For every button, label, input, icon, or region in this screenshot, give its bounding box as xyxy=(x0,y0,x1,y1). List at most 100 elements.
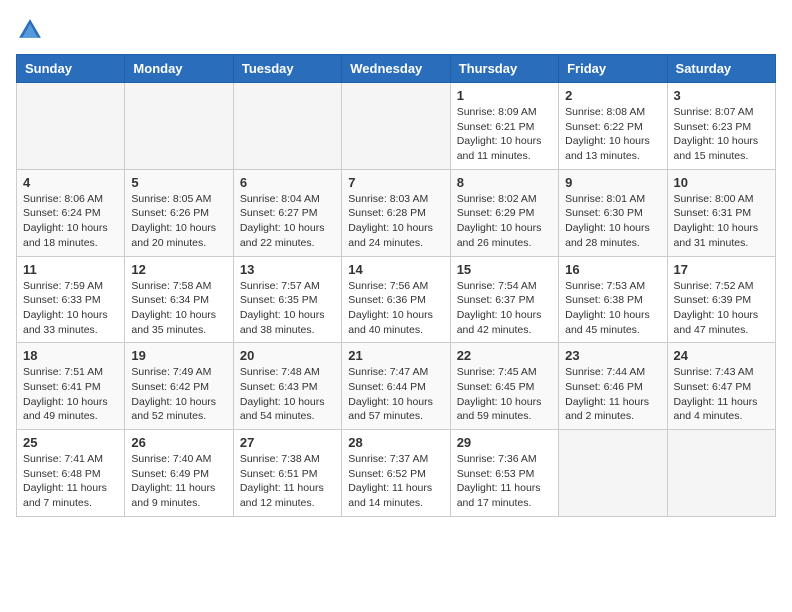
day-info: Sunrise: 7:45 AM Sunset: 6:45 PM Dayligh… xyxy=(457,366,542,422)
day-number: 18 xyxy=(23,348,118,363)
calendar-cell: 22 Sunrise: 7:45 AM Sunset: 6:45 PM Dayli… xyxy=(450,343,558,430)
day-info: Sunrise: 8:00 AM Sunset: 6:31 PM Dayligh… xyxy=(674,193,759,249)
calendar-cell: 15 Sunrise: 7:54 AM Sunset: 6:37 PM Dayli… xyxy=(450,256,558,343)
calendar-cell: 21 Sunrise: 7:47 AM Sunset: 6:44 PM Dayli… xyxy=(342,343,450,430)
day-number: 27 xyxy=(240,435,335,450)
calendar-cell: 4 Sunrise: 8:06 AM Sunset: 6:24 PM Daylig… xyxy=(17,169,125,256)
calendar-cell: 9 Sunrise: 8:01 AM Sunset: 6:30 PM Daylig… xyxy=(559,169,667,256)
day-number: 7 xyxy=(348,175,443,190)
day-info: Sunrise: 7:51 AM Sunset: 6:41 PM Dayligh… xyxy=(23,366,108,422)
page-header xyxy=(16,16,776,44)
calendar-week-5: 25 Sunrise: 7:41 AM Sunset: 6:48 PM Dayli… xyxy=(17,430,776,517)
column-header-monday: Monday xyxy=(125,55,233,83)
column-header-tuesday: Tuesday xyxy=(233,55,341,83)
calendar-cell xyxy=(667,430,775,517)
calendar-week-4: 18 Sunrise: 7:51 AM Sunset: 6:41 PM Dayli… xyxy=(17,343,776,430)
calendar-cell: 24 Sunrise: 7:43 AM Sunset: 6:47 PM Dayli… xyxy=(667,343,775,430)
calendar-cell: 1Sunrise: 8:09 AM Sunset: 6:21 PM Daylig… xyxy=(450,83,558,170)
calendar-cell: 6 Sunrise: 8:04 AM Sunset: 6:27 PM Daylig… xyxy=(233,169,341,256)
day-info: Sunrise: 8:05 AM Sunset: 6:26 PM Dayligh… xyxy=(131,193,216,249)
calendar-table: SundayMondayTuesdayWednesdayThursdayFrid… xyxy=(16,54,776,517)
day-number: 8 xyxy=(457,175,552,190)
day-number: 24 xyxy=(674,348,769,363)
calendar-cell: 13 Sunrise: 7:57 AM Sunset: 6:35 PM Dayli… xyxy=(233,256,341,343)
day-info: Sunrise: 7:58 AM Sunset: 6:34 PM Dayligh… xyxy=(131,280,216,336)
calendar-cell: 20 Sunrise: 7:48 AM Sunset: 6:43 PM Dayli… xyxy=(233,343,341,430)
calendar-cell xyxy=(233,83,341,170)
day-info: Sunrise: 8:07 AM Sunset: 6:23 PM Dayligh… xyxy=(674,106,759,162)
day-number: 25 xyxy=(23,435,118,450)
day-info: Sunrise: 7:53 AM Sunset: 6:38 PM Dayligh… xyxy=(565,280,650,336)
day-number: 22 xyxy=(457,348,552,363)
day-info: Sunrise: 8:06 AM Sunset: 6:24 PM Dayligh… xyxy=(23,193,108,249)
calendar-cell: 5 Sunrise: 8:05 AM Sunset: 6:26 PM Daylig… xyxy=(125,169,233,256)
calendar-cell: 29 Sunrise: 7:36 AM Sunset: 6:53 PM Dayli… xyxy=(450,430,558,517)
calendar-cell xyxy=(342,83,450,170)
day-number: 2 xyxy=(565,88,660,103)
calendar-cell: 10Sunrise: 8:00 AM Sunset: 6:31 PM Dayli… xyxy=(667,169,775,256)
calendar-week-3: 11Sunrise: 7:59 AM Sunset: 6:33 PM Dayli… xyxy=(17,256,776,343)
day-number: 19 xyxy=(131,348,226,363)
calendar-cell xyxy=(559,430,667,517)
calendar-week-2: 4 Sunrise: 8:06 AM Sunset: 6:24 PM Daylig… xyxy=(17,169,776,256)
day-number: 12 xyxy=(131,262,226,277)
day-info: Sunrise: 8:01 AM Sunset: 6:30 PM Dayligh… xyxy=(565,193,650,249)
calendar-cell: 18 Sunrise: 7:51 AM Sunset: 6:41 PM Dayli… xyxy=(17,343,125,430)
day-number: 23 xyxy=(565,348,660,363)
calendar-cell: 8 Sunrise: 8:02 AM Sunset: 6:29 PM Daylig… xyxy=(450,169,558,256)
day-info: Sunrise: 7:37 AM Sunset: 6:52 PM Dayligh… xyxy=(348,453,432,509)
day-info: Sunrise: 7:41 AM Sunset: 6:48 PM Dayligh… xyxy=(23,453,107,509)
day-info: Sunrise: 7:47 AM Sunset: 6:44 PM Dayligh… xyxy=(348,366,433,422)
calendar-cell: 7 Sunrise: 8:03 AM Sunset: 6:28 PM Daylig… xyxy=(342,169,450,256)
day-info: Sunrise: 8:03 AM Sunset: 6:28 PM Dayligh… xyxy=(348,193,433,249)
calendar-cell: 17Sunrise: 7:52 AM Sunset: 6:39 PM Dayli… xyxy=(667,256,775,343)
day-info: Sunrise: 7:40 AM Sunset: 6:49 PM Dayligh… xyxy=(131,453,215,509)
day-info: Sunrise: 7:59 AM Sunset: 6:33 PM Dayligh… xyxy=(23,280,108,336)
day-info: Sunrise: 7:38 AM Sunset: 6:51 PM Dayligh… xyxy=(240,453,324,509)
day-number: 4 xyxy=(23,175,118,190)
day-number: 28 xyxy=(348,435,443,450)
calendar-cell: 16 Sunrise: 7:53 AM Sunset: 6:38 PM Dayli… xyxy=(559,256,667,343)
day-info: Sunrise: 8:02 AM Sunset: 6:29 PM Dayligh… xyxy=(457,193,542,249)
logo xyxy=(16,16,48,44)
day-number: 16 xyxy=(565,262,660,277)
day-number: 3 xyxy=(674,88,769,103)
calendar-week-1: 1Sunrise: 8:09 AM Sunset: 6:21 PM Daylig… xyxy=(17,83,776,170)
calendar-cell: 27 Sunrise: 7:38 AM Sunset: 6:51 PM Dayli… xyxy=(233,430,341,517)
day-number: 21 xyxy=(348,348,443,363)
day-info: Sunrise: 7:49 AM Sunset: 6:42 PM Dayligh… xyxy=(131,366,216,422)
calendar-cell: 28 Sunrise: 7:37 AM Sunset: 6:52 PM Dayli… xyxy=(342,430,450,517)
day-info: Sunrise: 7:48 AM Sunset: 6:43 PM Dayligh… xyxy=(240,366,325,422)
day-info: Sunrise: 7:36 AM Sunset: 6:53 PM Dayligh… xyxy=(457,453,541,509)
logo-icon xyxy=(16,16,44,44)
calendar-cell: 19 Sunrise: 7:49 AM Sunset: 6:42 PM Dayli… xyxy=(125,343,233,430)
day-info: Sunrise: 7:57 AM Sunset: 6:35 PM Dayligh… xyxy=(240,280,325,336)
day-number: 6 xyxy=(240,175,335,190)
day-number: 5 xyxy=(131,175,226,190)
day-info: Sunrise: 7:44 AM Sunset: 6:46 PM Dayligh… xyxy=(565,366,649,422)
day-info: Sunrise: 7:43 AM Sunset: 6:47 PM Dayligh… xyxy=(674,366,758,422)
day-number: 13 xyxy=(240,262,335,277)
day-info: Sunrise: 8:09 AM Sunset: 6:21 PM Dayligh… xyxy=(457,106,542,162)
calendar-cell: 14 Sunrise: 7:56 AM Sunset: 6:36 PM Dayli… xyxy=(342,256,450,343)
day-number: 9 xyxy=(565,175,660,190)
column-header-saturday: Saturday xyxy=(667,55,775,83)
column-header-wednesday: Wednesday xyxy=(342,55,450,83)
day-number: 14 xyxy=(348,262,443,277)
day-info: Sunrise: 8:08 AM Sunset: 6:22 PM Dayligh… xyxy=(565,106,650,162)
calendar-cell: 2 Sunrise: 8:08 AM Sunset: 6:22 PM Daylig… xyxy=(559,83,667,170)
calendar-cell xyxy=(17,83,125,170)
day-info: Sunrise: 7:56 AM Sunset: 6:36 PM Dayligh… xyxy=(348,280,433,336)
column-header-sunday: Sunday xyxy=(17,55,125,83)
calendar-cell: 25 Sunrise: 7:41 AM Sunset: 6:48 PM Dayli… xyxy=(17,430,125,517)
day-info: Sunrise: 7:54 AM Sunset: 6:37 PM Dayligh… xyxy=(457,280,542,336)
day-number: 29 xyxy=(457,435,552,450)
day-number: 26 xyxy=(131,435,226,450)
calendar-header-row: SundayMondayTuesdayWednesdayThursdayFrid… xyxy=(17,55,776,83)
calendar-cell: 23 Sunrise: 7:44 AM Sunset: 6:46 PM Dayli… xyxy=(559,343,667,430)
day-info: Sunrise: 8:04 AM Sunset: 6:27 PM Dayligh… xyxy=(240,193,325,249)
calendar-cell: 12 Sunrise: 7:58 AM Sunset: 6:34 PM Dayli… xyxy=(125,256,233,343)
day-number: 15 xyxy=(457,262,552,277)
calendar-cell: 3 Sunrise: 8:07 AM Sunset: 6:23 PM Daylig… xyxy=(667,83,775,170)
day-number: 20 xyxy=(240,348,335,363)
